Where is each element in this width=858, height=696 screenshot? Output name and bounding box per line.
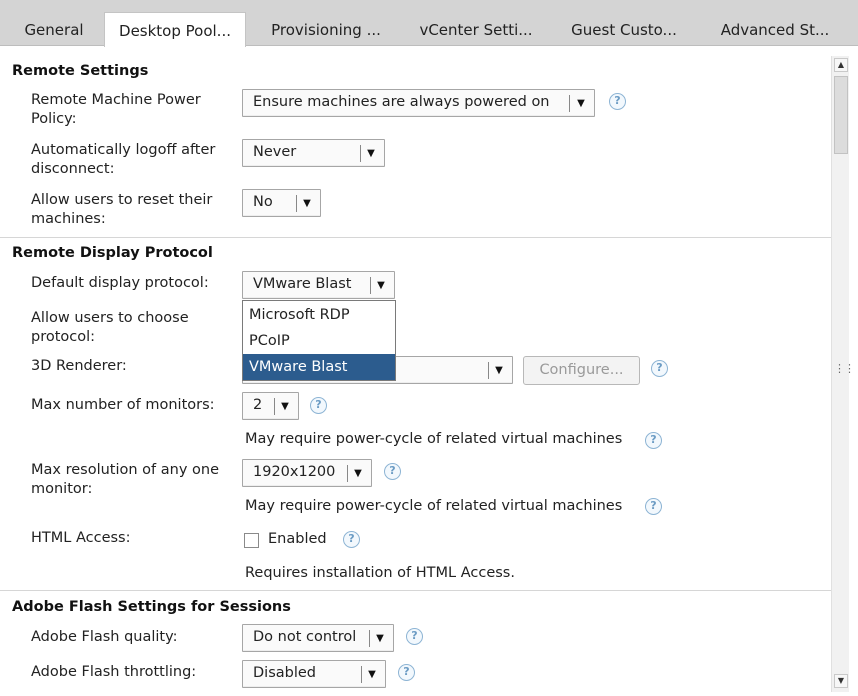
label-max-resolution: Max resolution of any one monitor: <box>31 462 220 497</box>
protocol-dropdown-list: Microsoft RDP PCoIP VMware Blast <box>242 300 396 381</box>
power-policy-select[interactable]: Ensure machines are always powered on ▼ <box>242 89 595 117</box>
auto-logoff-value: Never <box>253 144 297 160</box>
note-power-cycle-resolution: May require power-cycle of related virtu… <box>245 498 623 514</box>
help-icon[interactable]: ? <box>343 531 360 548</box>
help-icon[interactable]: ? <box>645 498 662 515</box>
dropdown-option-vmware-blast[interactable]: VMware Blast <box>243 354 395 380</box>
note-html-access: Requires installation of HTML Access. <box>245 565 515 581</box>
html-access-checkbox-label: Enabled <box>268 531 327 547</box>
label-3d-renderer: 3D Renderer: <box>31 358 127 374</box>
dropdown-option-microsoft-rdp[interactable]: Microsoft RDP <box>243 302 395 328</box>
flash-throttling-value: Disabled <box>253 665 316 681</box>
label-flash-throttling: Adobe Flash throttling: <box>31 664 197 680</box>
tab-general[interactable]: General <box>10 14 98 46</box>
html-access-checkbox[interactable] <box>244 533 259 548</box>
note-power-cycle-monitors: May require power-cycle of related virtu… <box>245 431 623 447</box>
chevron-down-icon: ▼ <box>376 633 384 644</box>
tab-vcenter-settings[interactable]: vCenter Setti... <box>406 14 546 46</box>
chevron-down-icon: ▼ <box>303 198 311 209</box>
scroll-up-icon[interactable]: ▲ <box>834 58 848 72</box>
flash-throttling-select[interactable]: Disabled ▼ <box>242 660 386 688</box>
tab-provisioning[interactable]: Provisioning ... <box>256 14 396 46</box>
power-policy-value: Ensure machines are always powered on <box>253 94 550 110</box>
tab-guest-customization[interactable]: Guest Custo... <box>556 14 692 46</box>
help-icon[interactable]: ? <box>384 463 401 480</box>
resize-grip-icon[interactable]: ⋮⋮ <box>834 362 855 375</box>
chevron-down-icon: ▼ <box>577 98 585 109</box>
label-allow-choose-protocol: Allow users to choose protocol: <box>31 310 189 345</box>
help-icon[interactable]: ? <box>645 432 662 449</box>
help-icon[interactable]: ? <box>609 93 626 110</box>
label-html-access: HTML Access: <box>31 530 131 546</box>
scrollbar-thumb[interactable] <box>834 76 848 154</box>
label-auto-logoff: Automatically logoff after disconnect: <box>31 142 216 177</box>
help-icon[interactable]: ? <box>310 397 327 414</box>
auto-logoff-select[interactable]: Never ▼ <box>242 139 385 167</box>
help-icon[interactable]: ? <box>406 628 423 645</box>
label-power-policy: Remote Machine Power Policy: <box>31 92 201 127</box>
tab-bar: General Desktop Pool... Provisioning ...… <box>0 0 858 47</box>
divider <box>0 237 831 238</box>
tab-advanced-storage[interactable]: Advanced St... <box>702 14 848 46</box>
allow-reset-value: No <box>253 194 273 210</box>
chevron-down-icon: ▼ <box>367 148 375 159</box>
default-protocol-select[interactable]: VMware Blast ▼ <box>242 271 395 299</box>
chevron-down-icon: ▼ <box>377 280 385 291</box>
section-header-remote-display: Remote Display Protocol <box>12 245 213 261</box>
max-monitors-value: 2 <box>253 397 263 413</box>
default-protocol-value: VMware Blast <box>253 276 352 292</box>
dropdown-option-pcoip[interactable]: PCoIP <box>243 328 395 354</box>
allow-reset-select[interactable]: No ▼ <box>242 189 321 217</box>
chevron-down-icon: ▼ <box>354 468 362 479</box>
configure-button[interactable]: Configure... <box>523 356 640 385</box>
section-header-adobe-flash: Adobe Flash Settings for Sessions <box>12 599 291 615</box>
scroll-down-icon[interactable]: ▼ <box>834 674 848 688</box>
label-flash-quality: Adobe Flash quality: <box>31 629 178 645</box>
label-default-protocol: Default display protocol: <box>31 275 209 291</box>
flash-quality-select[interactable]: Do not control ▼ <box>242 624 394 652</box>
chevron-down-icon: ▼ <box>495 365 503 376</box>
help-icon[interactable]: ? <box>398 664 415 681</box>
label-allow-reset: Allow users to reset their machines: <box>31 192 213 227</box>
tab-desktop-pool[interactable]: Desktop Pool... <box>104 12 246 47</box>
max-monitors-select[interactable]: 2 ▼ <box>242 392 299 420</box>
help-icon[interactable]: ? <box>651 360 668 377</box>
max-resolution-select[interactable]: 1920x1200 ▼ <box>242 459 372 487</box>
flash-quality-value: Do not control <box>253 629 357 645</box>
chevron-down-icon: ▼ <box>368 669 376 680</box>
label-max-monitors: Max number of monitors: <box>31 397 215 413</box>
chevron-down-icon: ▼ <box>281 401 289 412</box>
max-resolution-value: 1920x1200 <box>253 464 336 480</box>
divider <box>0 590 831 591</box>
section-header-remote-settings: Remote Settings <box>12 63 149 79</box>
